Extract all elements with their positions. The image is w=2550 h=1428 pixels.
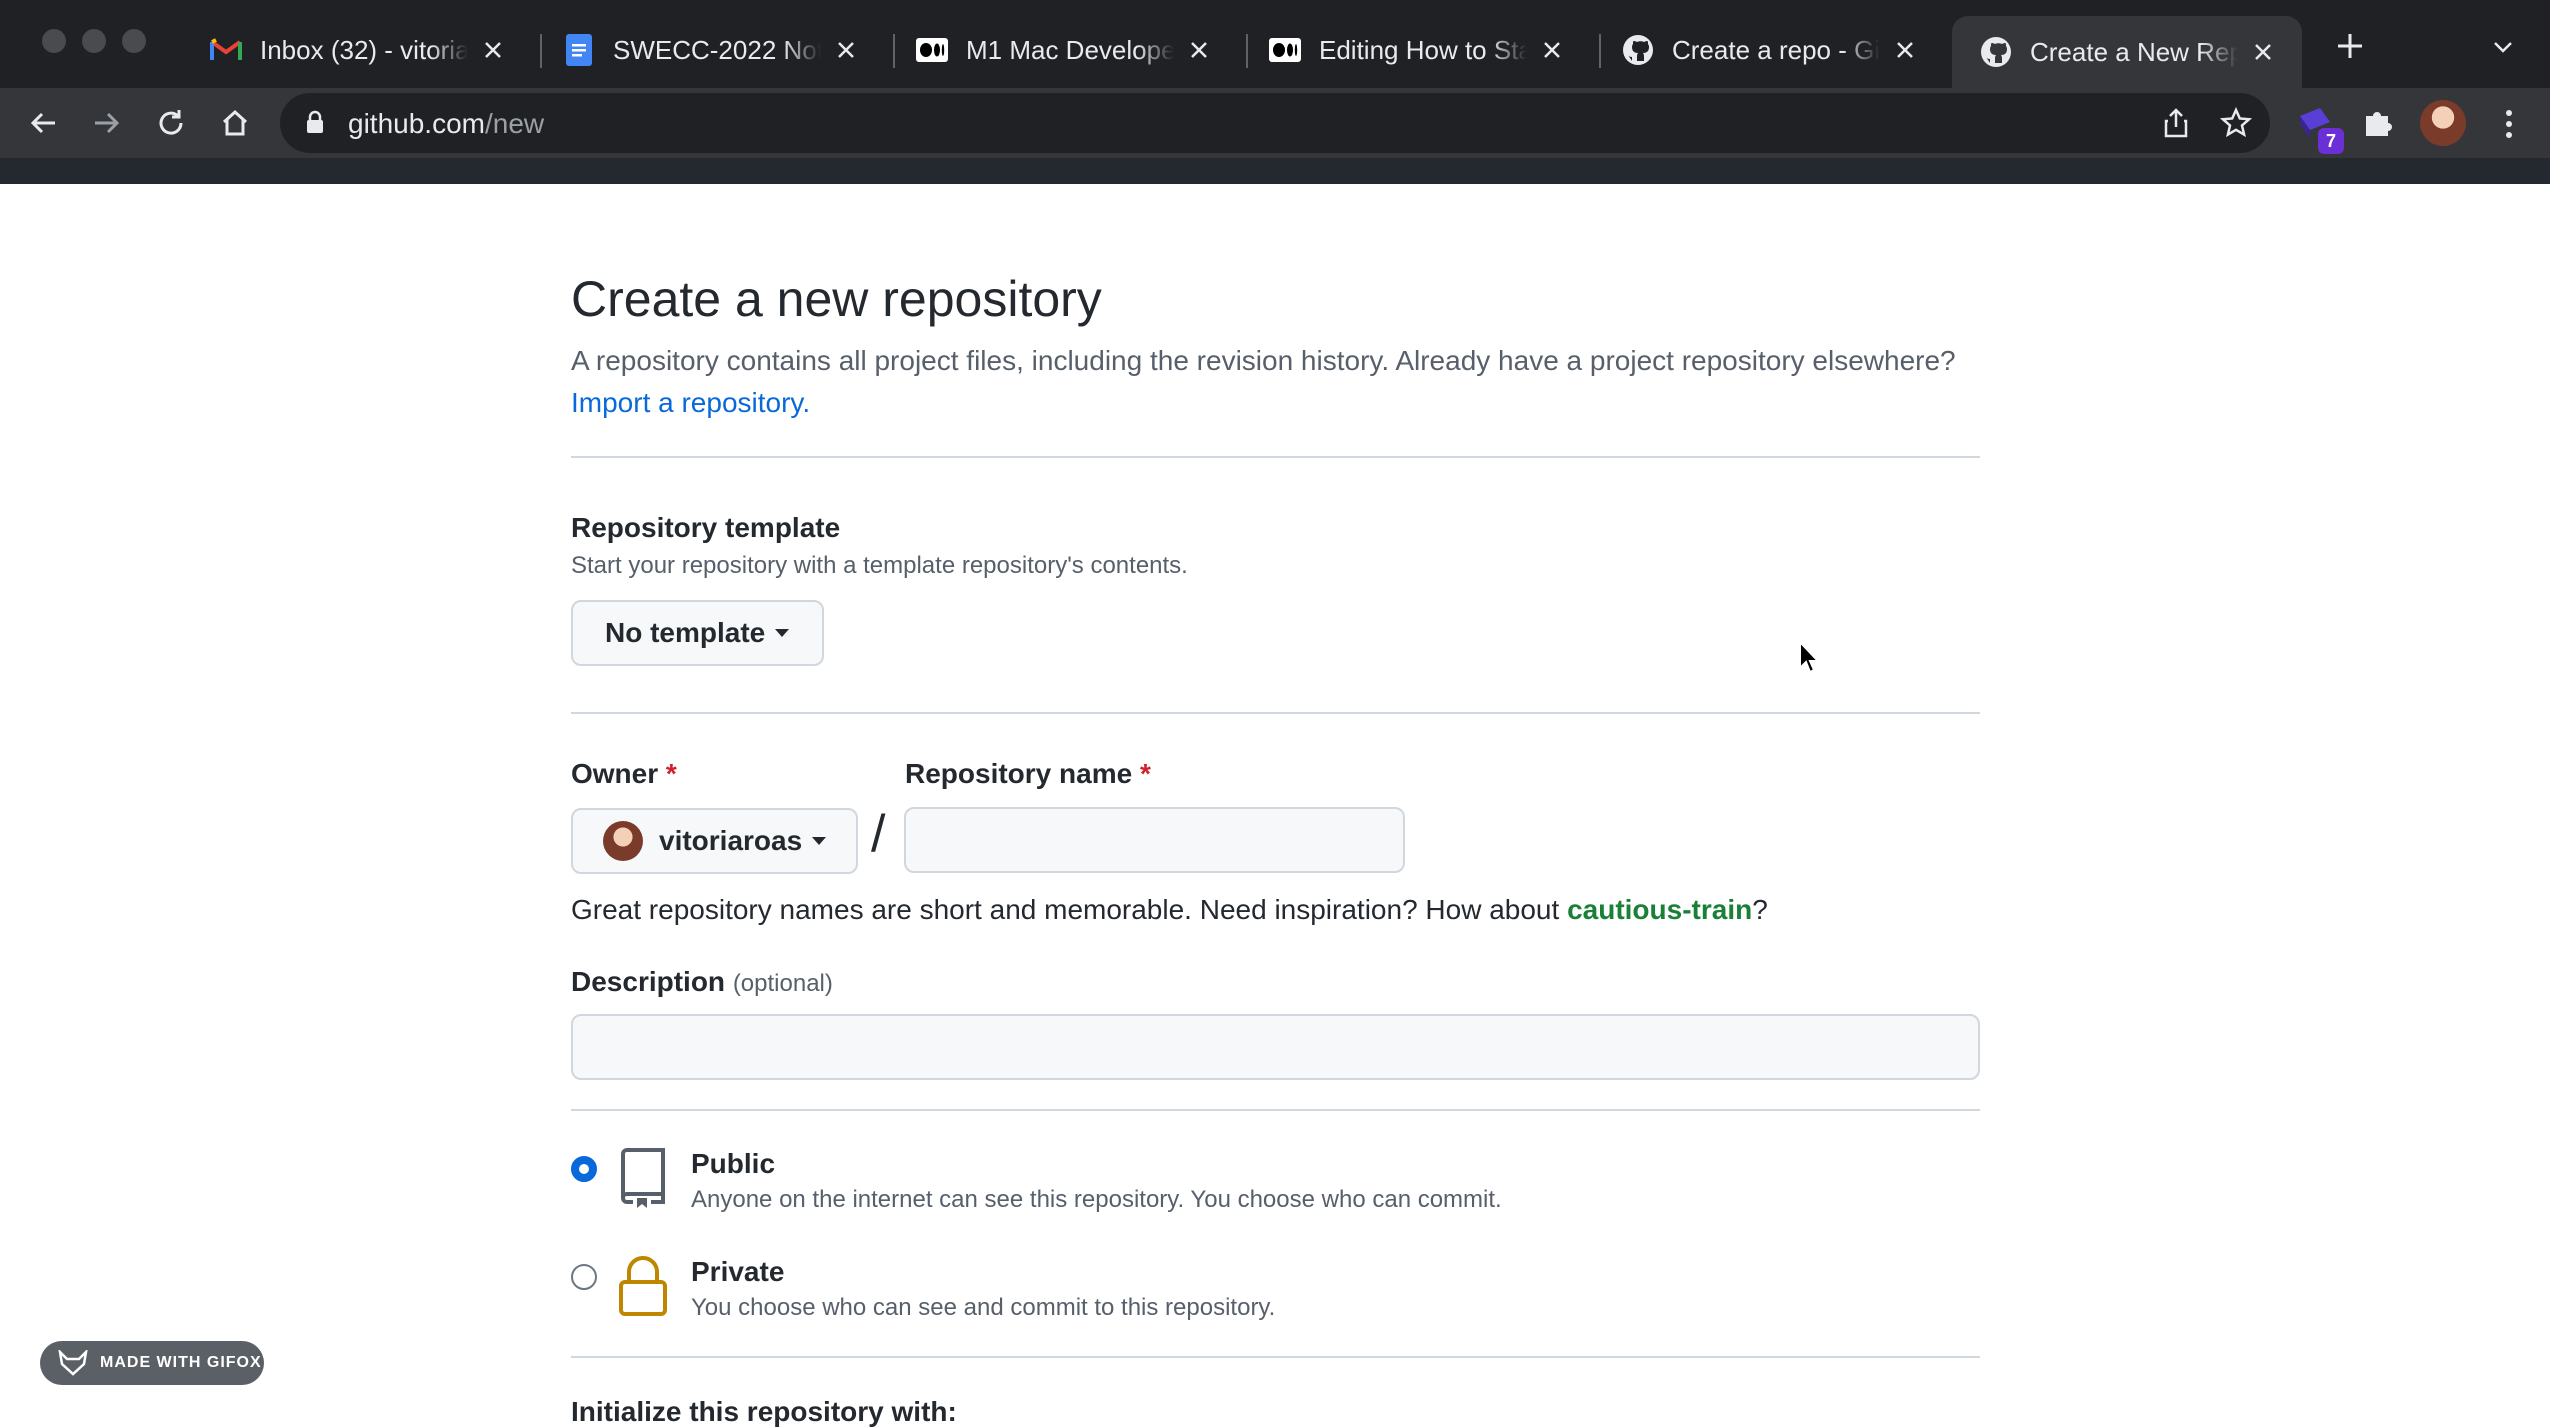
tab-title: Create a repo - GitHub Docs [1672,34,1880,65]
medium-icon [1269,34,1301,66]
tab-title: SWECC-2022 Notes [613,34,821,65]
gmail-icon [210,34,242,66]
avatar [603,821,643,861]
private-option-title: Private [691,1256,785,1287]
profile-avatar[interactable] [2420,100,2466,146]
new-tab-button[interactable] [2330,26,2370,66]
window-close-button[interactable] [42,29,66,53]
home-icon[interactable] [216,104,254,142]
initialize-heading: Initialize this repository with: [571,1396,957,1427]
fox-icon [58,1350,88,1376]
browser-tab-docs[interactable]: SWECC-2022 Notes [535,18,885,82]
caret-down-icon [812,837,827,845]
lock-icon [617,1256,669,1318]
template-note: Start your repository with a template re… [571,552,1188,579]
close-tab-icon[interactable] [2248,37,2278,67]
template-dropdown-button[interactable]: No template [571,600,824,666]
address-bar[interactable]: github.com/new [280,93,2270,153]
close-tab-icon[interactable] [1537,35,1567,65]
name-suggestion-link[interactable]: cautious-train [1567,894,1752,925]
bookmark-star-icon[interactable] [2219,106,2253,139]
page-title: Create a new repository [571,271,1102,327]
description-input[interactable] [571,1014,1980,1080]
browser-tab-strip: Inbox (32) - vitoriaroas@gmail.com SWECC… [0,0,2550,88]
gifox-watermark: MADE WITH GIFOX [40,1341,264,1385]
template-button-label: No template [605,617,766,648]
public-option-title: Public [691,1148,776,1179]
extension-badge: 7 [2318,128,2344,154]
forward-arrow-icon[interactable] [88,104,126,142]
tab-title: Editing How to Start [1319,34,1527,65]
divider [571,456,1980,458]
github-icon [1622,34,1654,66]
repo-book-icon [617,1148,669,1210]
tab-title: Create a New Repository [2030,36,2238,67]
owner-label: Owner * [571,758,677,789]
more-menu-icon[interactable] [2494,106,2524,142]
browser-tab-create-repo-active[interactable]: Create a New Repository [1952,16,2302,88]
lock-icon[interactable] [305,110,325,139]
browser-tab-gmail[interactable]: Inbox (32) - vitoriaroas@gmail.com [182,18,532,82]
optional-tag: (optional) [732,970,833,997]
mouse-cursor-icon [1798,639,1822,676]
caret-down-icon [775,629,790,637]
divider [571,712,1980,714]
chevron-down-icon[interactable] [2488,32,2518,62]
watermark-text: MADE WITH GIFOX [100,1354,262,1371]
browser-tab-medium-setup[interactable]: M1 Mac Developer Setup [888,18,1238,82]
owner-name: vitoriaroas [659,825,803,856]
browser-toolbar: github.com/new 7 [0,88,2550,158]
repository-name-hint: Great repository names are short and mem… [571,894,1768,925]
browser-tab-github-docs[interactable]: Create a repo - GitHub Docs [1594,18,1944,82]
back-arrow-icon[interactable] [24,104,62,142]
tab-title: Inbox (32) - vitoriaroas@gmail.com [260,34,468,65]
description-label: Description (optional) [571,966,833,997]
private-option-description: You choose who can see and commit to thi… [691,1294,1276,1321]
reload-icon[interactable] [152,104,190,142]
browser-tab-medium-editing[interactable]: Editing How to Start [1241,18,1591,82]
google-docs-icon [563,34,595,66]
close-tab-icon[interactable] [1184,35,1214,65]
tab-title: M1 Mac Developer Setup [966,34,1174,65]
github-icon [1980,36,2012,68]
url-text: github.com/new [348,108,545,139]
repository-name-input[interactable] [904,807,1405,873]
divider [571,1109,1980,1111]
window-minimize-button[interactable] [82,29,106,53]
owner-repo-separator: / [871,805,886,863]
page-subtitle: A repository contains all project files,… [571,345,1956,418]
import-repository-link[interactable]: Import a repository. [571,387,810,418]
close-tab-icon[interactable] [831,35,861,65]
public-radio[interactable] [571,1156,597,1182]
medium-icon [916,34,948,66]
share-icon[interactable] [2160,107,2192,139]
close-tab-icon[interactable] [478,35,508,65]
divider [571,1356,1980,1358]
close-tab-icon[interactable] [1890,35,1920,65]
github-header-bar [0,158,2550,184]
private-radio[interactable] [571,1264,597,1290]
repository-name-label: Repository name * [905,758,1151,789]
public-option-description: Anyone on the internet can see this repo… [691,1186,1502,1213]
template-label: Repository template [571,512,841,543]
owner-dropdown-button[interactable]: vitoriaroas [571,808,858,874]
puzzle-extensions-icon[interactable] [2360,104,2398,142]
window-maximize-button[interactable] [122,29,146,53]
